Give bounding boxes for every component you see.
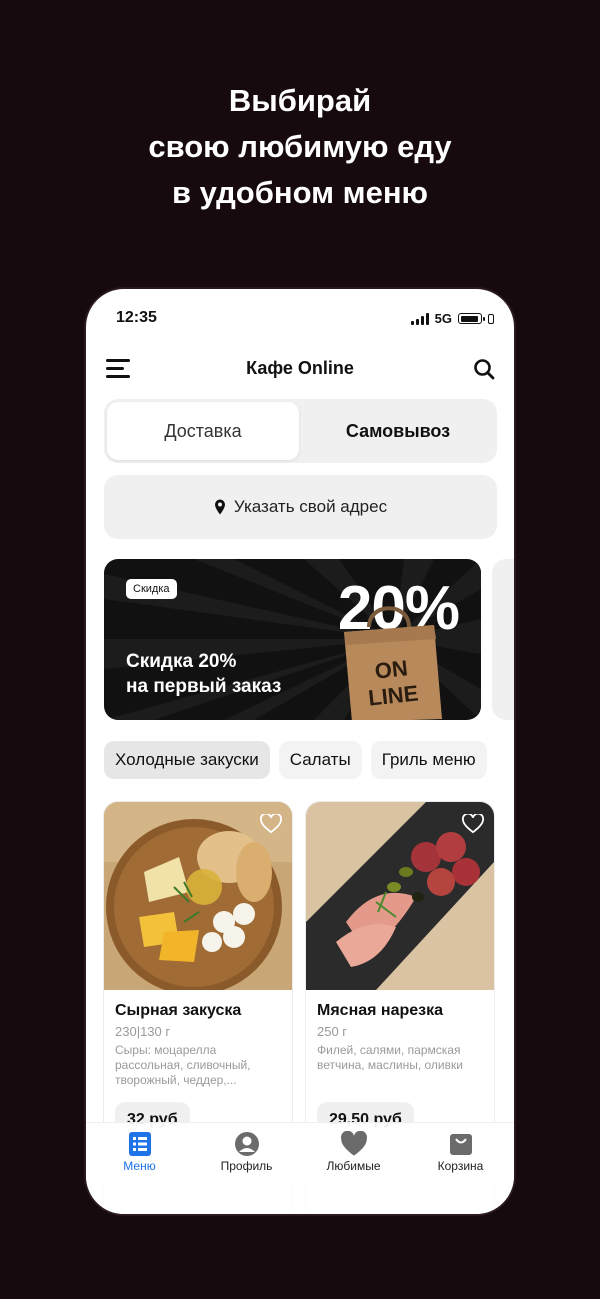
delivery-option[interactable]: Доставка [107,402,299,460]
battery-icon [458,313,485,324]
speaker-icon [488,313,494,324]
menu-list-icon [128,1132,151,1156]
category-cold-snacks[interactable]: Холодные закуски [104,741,270,779]
signal-icon [410,312,429,325]
product-name: Мясная нарезка [317,1002,443,1019]
headline-line-3: в удобном меню [171,175,429,210]
bag-text-1: ON [373,655,408,683]
network-type: 5G [434,311,452,326]
scroll-fade [86,1182,514,1214]
tab-cart-label: Корзина [437,1159,484,1173]
delivery-toggle: Доставка Самовывоз [104,399,497,463]
location-pin-icon [214,499,225,515]
shopping-bag-illustration: ON LINE [344,606,442,720]
tab-favorites[interactable]: Любимые [300,1123,407,1183]
pickup-option[interactable]: Самовывоз [302,402,494,460]
promo-text: Скидка 20% на первый заказ [126,649,281,699]
product-image [104,802,292,995]
address-button[interactable]: Указать свой адрес [104,475,497,539]
category-salads[interactable]: Салаты [278,741,362,779]
profile-icon [234,1132,259,1156]
promo-banner[interactable]: Скидка 20% ON LINE Скидка 20% на первый … [104,559,481,720]
status-time: 12:35 [116,309,157,326]
headline-line-1: Выбирай [228,83,372,118]
app-header: Кафе Online [86,349,514,389]
promo-headline: Выбирай свою любимую еду в удобном меню [0,78,600,216]
heart-icon [340,1131,367,1156]
headline-line-2: свою любимую еду [148,129,452,164]
category-tabs: Холодные закуски Салаты Гриль меню [104,741,487,779]
bag-text-2: LINE [367,680,419,710]
favorite-heart-icon[interactable] [260,814,282,834]
next-promo-banner[interactable] [492,559,514,720]
tab-menu-label: Меню [123,1159,156,1173]
cart-bag-icon [449,1134,472,1155]
tab-profile-label: Профиль [220,1159,273,1173]
app-title: Кафе Online [246,358,354,378]
product-name: Сырная закуска [115,1002,242,1019]
bottom-tab-bar: Меню Профиль Любимые Корзина [86,1122,514,1183]
tab-profile[interactable]: Профиль [193,1123,300,1183]
search-icon[interactable] [472,357,496,381]
status-bar: 12:35 5G [86,289,514,345]
product-image [306,802,494,990]
category-grill[interactable]: Гриль меню [370,741,487,779]
phone-screen: 12:35 5G Кафе Online Доставка Самовывоз … [86,289,514,1214]
product-description: Филей, салями, пармская ветчина, маслины… [317,1043,463,1072]
product-weight: 230|130 г [115,1024,171,1039]
promo-line-1: Скидка 20% [126,651,237,672]
tab-menu[interactable]: Меню [86,1123,193,1183]
address-label: Указать свой адрес [233,497,388,516]
product-weight: 250 г [317,1024,348,1039]
discount-badge: Скидка [126,579,177,599]
promo-line-2: на первый заказ [126,676,282,697]
product-description: Сыры: моцарелла рассольная, сливочный, т… [115,1043,251,1087]
tab-cart[interactable]: Корзина [407,1123,514,1183]
favorite-heart-icon[interactable] [462,814,484,834]
tab-favorites-label: Любимые [326,1159,381,1173]
